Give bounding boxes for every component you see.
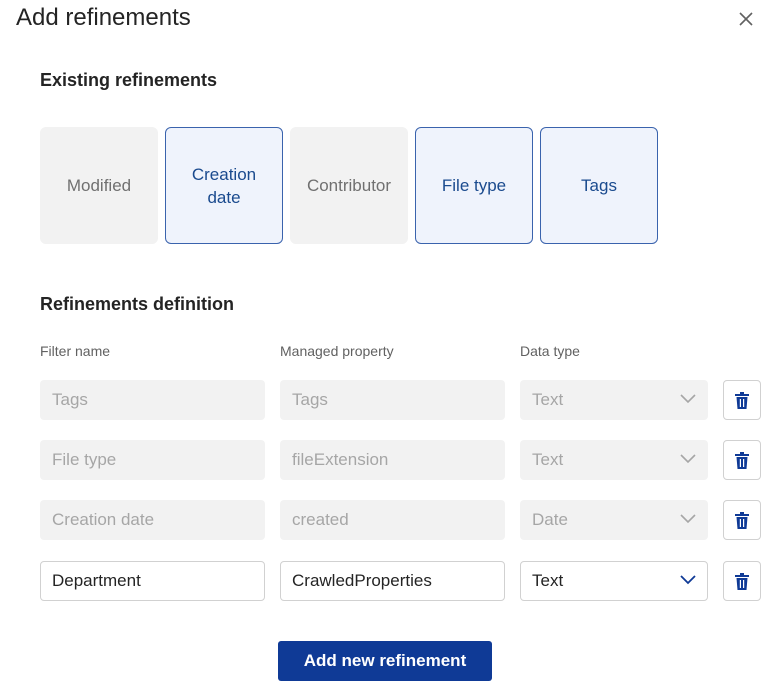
chip-modified[interactable]: Modified <box>40 127 158 244</box>
trash-icon <box>735 572 749 590</box>
chevron-down-icon <box>680 454 696 464</box>
filter-name-input[interactable]: Department <box>40 561 265 601</box>
trash-icon <box>735 511 749 529</box>
refinements-definition-heading: Refinements definition <box>40 294 235 314</box>
data-type-value: Text <box>532 571 564 590</box>
data-type-select[interactable]: Text <box>520 561 708 601</box>
filter-name-field: Creation date <box>40 500 265 540</box>
delete-row-button[interactable] <box>723 440 761 480</box>
delete-row-button[interactable] <box>723 561 761 601</box>
existing-refinements-heading: Existing refinements <box>40 70 218 90</box>
data-type-value: Text <box>532 450 564 469</box>
managed-property-input[interactable]: CrawledProperties <box>280 561 505 601</box>
trash-icon <box>735 451 749 469</box>
close-icon[interactable] <box>737 10 755 28</box>
add-new-refinement-button[interactable]: Add new refinement <box>278 641 492 681</box>
data-type-select: Date <box>520 500 708 540</box>
filter-name-field: Tags <box>40 380 265 420</box>
chevron-down-icon <box>680 514 696 524</box>
data-type-select: Text <box>520 380 708 420</box>
managed-property-field: fileExtension <box>280 440 505 480</box>
managed-property-field: created <box>280 500 505 540</box>
chip-creation-date[interactable]: Creation date <box>165 127 283 244</box>
data-type-value: Text <box>532 390 564 409</box>
column-header-managed-property: Managed property <box>280 343 394 359</box>
data-type-select: Text <box>520 440 708 480</box>
managed-property-field: Tags <box>280 380 505 420</box>
column-header-data-type: Data type <box>520 343 580 359</box>
chip-file-type[interactable]: File type <box>415 127 533 244</box>
delete-row-button[interactable] <box>723 500 761 540</box>
filter-name-field: File type <box>40 440 265 480</box>
trash-icon <box>735 391 749 409</box>
chevron-down-icon <box>680 394 696 404</box>
chip-tags[interactable]: Tags <box>540 127 658 244</box>
column-header-filter-name: Filter name <box>40 343 111 359</box>
data-type-value: Date <box>532 510 568 529</box>
chevron-down-icon <box>680 575 696 585</box>
dialog-title: Add refinements <box>16 4 191 31</box>
delete-row-button[interactable] <box>723 380 761 420</box>
chip-contributor[interactable]: Contributor <box>290 127 408 244</box>
